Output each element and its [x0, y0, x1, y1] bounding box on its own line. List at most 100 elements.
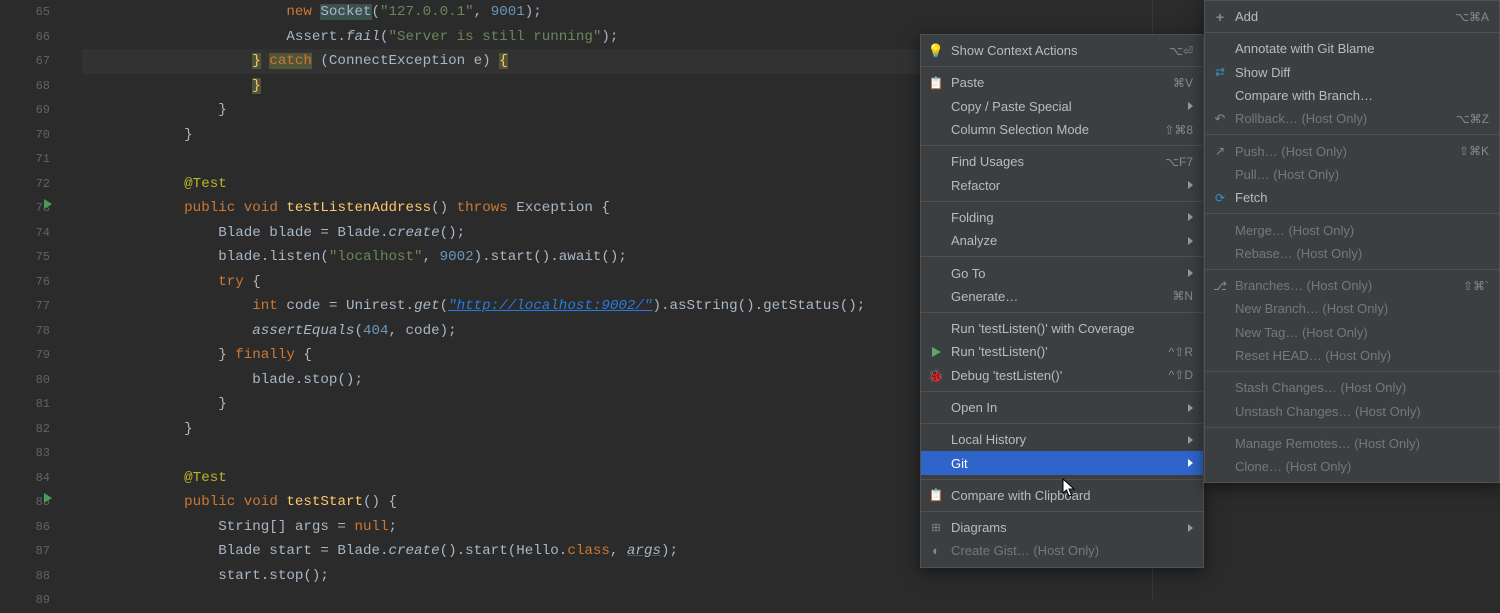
git-menu-item: Merge… (Host Only): [1205, 218, 1499, 241]
git-menu-item: New Branch… (Host Only): [1205, 297, 1499, 320]
code-line[interactable]: Blade start = Blade.create().start(Hello…: [82, 539, 1500, 564]
context-menu-item[interactable]: Run 'testListen()' with Coverage: [921, 317, 1203, 340]
context-menu-item[interactable]: 🐞Debug 'testListen()'^⇧D: [921, 364, 1203, 387]
context-menu-item[interactable]: Find Usages⌥F7: [921, 150, 1203, 173]
line-number: 70: [0, 123, 50, 148]
menu-label: New Tag… (Host Only): [1235, 325, 1489, 340]
git-menu-item: Pull… (Host Only): [1205, 163, 1499, 186]
menu-separator: [1205, 371, 1499, 372]
bug-icon: 🐞: [929, 368, 943, 382]
line-number: 76: [0, 270, 50, 295]
menu-label: Stash Changes… (Host Only): [1235, 380, 1489, 395]
git-menu-item: Reset HEAD… (Host Only): [1205, 344, 1499, 367]
menu-separator: [921, 66, 1203, 67]
context-menu-item[interactable]: Run 'testListen()'^⇧R: [921, 340, 1203, 363]
context-menu-item[interactable]: ⊞Diagrams: [921, 516, 1203, 539]
menu-label: Rollback… (Host Only): [1235, 111, 1456, 126]
line-number: 77: [0, 294, 50, 319]
menu-separator: [921, 423, 1203, 424]
git-menu-item: ⎇ Branches… (Host Only)⇧⌘`: [1205, 274, 1499, 297]
context-menu-item[interactable]: Git: [921, 451, 1203, 474]
line-number: 82: [0, 417, 50, 442]
menu-label: Reset HEAD… (Host Only): [1235, 348, 1489, 363]
menu-label: Merge… (Host Only): [1235, 223, 1489, 238]
menu-separator: [921, 511, 1203, 512]
submenu-arrow-icon: [1188, 436, 1193, 444]
git-menu-item[interactable]: +Add⌥⌘A: [1205, 5, 1499, 28]
context-menu-item[interactable]: Refactor: [921, 173, 1203, 196]
branch-icon: ⎇: [1213, 279, 1227, 293]
menu-label: Generate…: [951, 289, 1172, 304]
menu-label: Show Diff: [1235, 65, 1489, 80]
menu-shortcut: ⌥⏎: [1169, 44, 1193, 58]
menu-label: Compare with Branch…: [1235, 88, 1489, 103]
menu-shortcut: ^⇧D: [1169, 368, 1193, 382]
menu-label: Create Gist… (Host Only): [951, 543, 1193, 558]
context-menu-item[interactable]: Copy / Paste Special: [921, 95, 1203, 118]
run-gutter-icon[interactable]: [44, 199, 52, 209]
context-menu-item[interactable]: Column Selection Mode⇧⌘8: [921, 118, 1203, 141]
gutter: 6566676869707172737475767778798081828384…: [0, 0, 72, 600]
menu-label: Column Selection Mode: [951, 122, 1164, 137]
mouse-cursor: [1062, 478, 1078, 498]
line-number: 66: [0, 25, 50, 50]
git-menu-item[interactable]: Compare with Branch…: [1205, 84, 1499, 107]
line-number: 80: [0, 368, 50, 393]
menu-separator: [1205, 213, 1499, 214]
git-menu-item[interactable]: Annotate with Git Blame: [1205, 37, 1499, 60]
menu-separator: [1205, 427, 1499, 428]
menu-shortcut: ⇧⌘K: [1459, 144, 1489, 158]
code-line[interactable]: [82, 588, 1500, 613]
submenu-arrow-icon: [1188, 269, 1193, 277]
menu-label: New Branch… (Host Only): [1235, 301, 1489, 316]
menu-label: Pull… (Host Only): [1235, 167, 1489, 182]
code-line[interactable]: start.stop();: [82, 564, 1500, 589]
context-menu-item[interactable]: Local History: [921, 428, 1203, 451]
line-number: 81: [0, 392, 50, 417]
line-number: 88: [0, 564, 50, 589]
git-menu-item: New Tag… (Host Only): [1205, 321, 1499, 344]
context-menu-item[interactable]: 📋Paste⌘V: [921, 71, 1203, 94]
clip-icon: 📋: [929, 76, 943, 90]
menu-label: Refactor: [951, 178, 1182, 193]
menu-separator: [921, 201, 1203, 202]
submenu-arrow-icon: [1188, 237, 1193, 245]
push-icon: ↗: [1213, 144, 1227, 158]
line-number: 67: [0, 49, 50, 74]
context-menu-item[interactable]: 💡Show Context Actions⌥⏎: [921, 39, 1203, 62]
line-number: 86: [0, 515, 50, 540]
gh-icon: ◐: [929, 544, 943, 558]
menu-label: Branches… (Host Only): [1235, 278, 1463, 293]
context-menu-item[interactable]: Generate…⌘N: [921, 285, 1203, 308]
line-number: 84: [0, 466, 50, 491]
menu-separator: [1205, 32, 1499, 33]
git-submenu[interactable]: +Add⌥⌘A Annotate with Git Blame⇄Show Diff…: [1204, 0, 1500, 483]
git-menu-item: Unstash Changes… (Host Only): [1205, 399, 1499, 422]
menu-shortcut: ⌘N: [1172, 289, 1193, 303]
diag-icon: ⊞: [929, 521, 943, 535]
menu-label: Show Context Actions: [951, 43, 1169, 58]
tri-green-icon: [929, 345, 943, 359]
git-menu-item: Manage Remotes… (Host Only): [1205, 432, 1499, 455]
context-menu-item[interactable]: Open In: [921, 396, 1203, 419]
line-number: 65: [0, 0, 50, 25]
menu-label: Rebase… (Host Only): [1235, 246, 1489, 261]
git-menu-item[interactable]: ⟳Fetch: [1205, 186, 1499, 209]
submenu-arrow-icon: [1188, 213, 1193, 221]
git-menu-item[interactable]: ⇄Show Diff: [1205, 61, 1499, 84]
git-menu-item: ↗Push… (Host Only)⇧⌘K: [1205, 139, 1499, 162]
menu-shortcut: ⌥⌘A: [1455, 10, 1489, 24]
rollback-icon: ↶: [1213, 112, 1227, 126]
run-gutter-icon[interactable]: [44, 493, 52, 503]
context-menu-item[interactable]: Go To: [921, 261, 1203, 284]
add-icon: +: [1213, 10, 1227, 24]
submenu-arrow-icon: [1188, 524, 1193, 532]
code-line[interactable]: String[] args = null;: [82, 515, 1500, 540]
line-number: 83: [0, 441, 50, 466]
git-menu-item: Stash Changes… (Host Only): [1205, 376, 1499, 399]
context-menu-item[interactable]: Folding: [921, 206, 1203, 229]
code-line[interactable]: public void testStart() {: [82, 490, 1500, 515]
menu-shortcut: ⇧⌘`: [1463, 279, 1489, 293]
menu-shortcut: ⇧⌘8: [1164, 123, 1193, 137]
context-menu-item[interactable]: Analyze: [921, 229, 1203, 252]
